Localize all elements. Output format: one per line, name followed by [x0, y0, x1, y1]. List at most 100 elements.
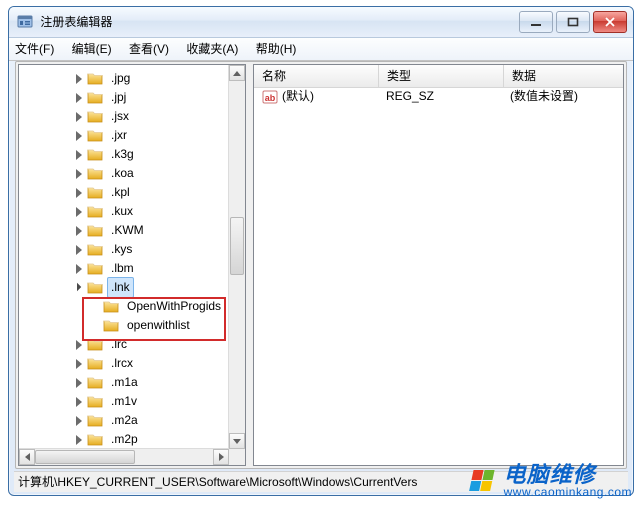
list-panel: 名称 类型 数据 ab (默认) REG_SZ (数值未设置): [253, 64, 624, 466]
tree-node-label: .m2p: [107, 429, 142, 449]
window-title: 注册表编辑器: [40, 15, 112, 29]
menu-view[interactable]: 查看(V): [129, 42, 169, 56]
tree-node-label: .lbm: [107, 258, 138, 279]
folder-icon: [87, 433, 103, 446]
maximize-button[interactable]: [556, 11, 590, 33]
scroll-left-button[interactable]: [19, 449, 35, 465]
tree-node-label: OpenWithProgids: [123, 296, 225, 317]
tree-collapse-icon[interactable]: [73, 396, 85, 408]
tree-collapse-icon[interactable]: [73, 206, 85, 218]
tree-node[interactable]: .m2p: [19, 430, 229, 449]
tree-node[interactable]: .k3g: [19, 145, 229, 164]
tree-node[interactable]: .lbm: [19, 259, 229, 278]
tree-node-label: .kpl: [107, 182, 134, 203]
tree-collapse-icon[interactable]: [73, 92, 85, 104]
tree-node[interactable]: .kux: [19, 202, 229, 221]
folder-icon: [87, 110, 103, 123]
tree-body[interactable]: .jpg.jpj.jsx.jxr.k3g.koa.kpl.kux.KWM.kys…: [19, 65, 229, 449]
tree-node-label: .kys: [107, 239, 136, 260]
window: 注册表编辑器 文件(F) 编辑(E) 查看(V) 收藏夹(A) 帮助(H) .j…: [8, 6, 634, 496]
tree-node[interactable]: .jxr: [19, 126, 229, 145]
list-body[interactable]: ab (默认) REG_SZ (数值未设置): [254, 87, 623, 465]
scroll-thumb-horizontal[interactable]: [35, 450, 135, 464]
close-button[interactable]: [593, 11, 627, 33]
tree-node[interactable]: .KWM: [19, 221, 229, 240]
tree-collapse-icon[interactable]: [73, 263, 85, 275]
tree-node[interactable]: .m2a: [19, 411, 229, 430]
tree-collapse-icon[interactable]: [73, 339, 85, 351]
tree-collapse-icon[interactable]: [73, 187, 85, 199]
scroll-right-button[interactable]: [213, 449, 229, 465]
list-row[interactable]: ab (默认) REG_SZ (数值未设置): [254, 87, 623, 106]
tree-collapse-icon[interactable]: [73, 130, 85, 142]
tree-node[interactable]: .m1v: [19, 392, 229, 411]
tree-node[interactable]: .jsx: [19, 107, 229, 126]
column-header-type[interactable]: 类型: [379, 65, 504, 87]
column-header-name[interactable]: 名称: [254, 65, 379, 87]
tree-node[interactable]: .kys: [19, 240, 229, 259]
folder-icon: [87, 148, 103, 161]
menu-help[interactable]: 帮助(H): [256, 42, 297, 56]
tree-collapse-icon[interactable]: [73, 111, 85, 123]
folder-icon: [87, 91, 103, 104]
scroll-thumb-vertical[interactable]: [230, 217, 244, 275]
tree-node[interactable]: .koa: [19, 164, 229, 183]
tree-node-label: .koa: [107, 163, 138, 184]
tree-node[interactable]: .kpl: [19, 183, 229, 202]
tree-collapse-icon[interactable]: [73, 244, 85, 256]
tree-node-label: .jsx: [107, 106, 133, 127]
tree-collapse-icon[interactable]: [73, 168, 85, 180]
statusbar-path: 计算机\HKEY_CURRENT_USER\Software\Microsoft…: [18, 475, 417, 489]
tree-node[interactable]: .lrc: [19, 335, 229, 354]
folder-icon: [87, 414, 103, 427]
tree-node-label: .lrcx: [107, 353, 137, 374]
tree-node[interactable]: .m1a: [19, 373, 229, 392]
scroll-down-button[interactable]: [229, 433, 245, 449]
tree-node-label: .m1v: [107, 391, 141, 412]
folder-icon: [87, 205, 103, 218]
folder-icon: [87, 186, 103, 199]
tree-node-label: .lrc: [107, 334, 131, 355]
folder-icon: [87, 262, 103, 275]
watermark: 电脑维修 www.caominkang.com: [468, 463, 632, 499]
column-header-data[interactable]: 数据: [504, 65, 623, 87]
app-icon: [17, 10, 33, 26]
folder-icon: [87, 167, 103, 180]
tree-collapse-icon[interactable]: [73, 149, 85, 161]
list-header: 名称 类型 数据: [254, 65, 623, 88]
tree-node[interactable]: .lrcx: [19, 354, 229, 373]
tree-collapse-icon[interactable]: [73, 358, 85, 370]
tree-expand-icon[interactable]: [73, 282, 85, 294]
watermark-title: 电脑维修: [504, 463, 632, 486]
folder-icon: [87, 357, 103, 370]
tree-collapse-icon[interactable]: [73, 415, 85, 427]
splitter[interactable]: [246, 64, 251, 466]
menu-favorites[interactable]: 收藏夹(A): [186, 42, 238, 56]
tree-node[interactable]: .lnk: [19, 278, 229, 297]
titlebar[interactable]: 注册表编辑器: [9, 7, 633, 38]
menu-edit[interactable]: 编辑(E): [72, 42, 112, 56]
tree-node[interactable]: .jpj: [19, 88, 229, 107]
value-name: (默认): [282, 87, 314, 106]
tree-collapse-icon[interactable]: [73, 434, 85, 446]
tree-collapse-icon[interactable]: [73, 377, 85, 389]
scrollbar-corner: [229, 449, 245, 465]
tree-panel: .jpg.jpj.jsx.jxr.k3g.koa.kpl.kux.KWM.kys…: [18, 64, 246, 466]
scroll-up-button[interactable]: [229, 65, 245, 81]
tree-collapse-icon[interactable]: [73, 225, 85, 237]
value-data: (数值未设置): [502, 87, 623, 106]
tree-collapse-icon[interactable]: [73, 73, 85, 85]
tree-scrollbar-horizontal[interactable]: [19, 448, 229, 465]
tree-node[interactable]: openwithlist: [19, 316, 229, 335]
minimize-button[interactable]: [519, 11, 553, 33]
tree-node[interactable]: .jpg: [19, 69, 229, 88]
tree-node-label: .m2a: [107, 410, 142, 431]
menu-file[interactable]: 文件(F): [15, 42, 54, 56]
tree-scrollbar-vertical[interactable]: [228, 65, 245, 449]
tree-node-label: openwithlist: [123, 315, 194, 336]
tree-node-label: .KWM: [107, 220, 148, 241]
folder-icon: [87, 72, 103, 85]
tree-node[interactable]: OpenWithProgids: [19, 297, 229, 316]
tree-node-label: .lnk: [107, 277, 134, 298]
folder-icon: [87, 338, 103, 351]
